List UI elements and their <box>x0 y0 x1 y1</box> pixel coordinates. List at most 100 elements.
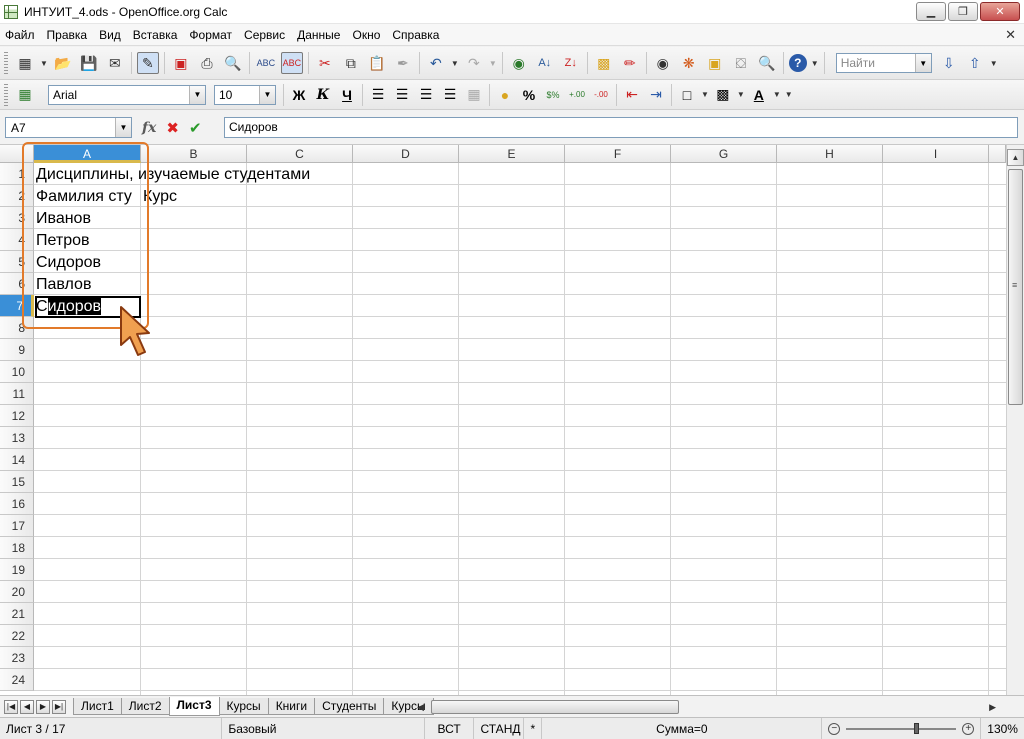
italic-button[interactable]: К <box>312 84 334 106</box>
column-header-partial[interactable] <box>989 145 1006 163</box>
status-page-style[interactable]: Базовый <box>222 717 425 739</box>
row-header[interactable]: 4 <box>0 229 34 251</box>
cell-a2[interactable]: Фамилия сту <box>36 186 132 208</box>
sheet-tab-courses[interactable]: Курсы <box>218 698 269 715</box>
page-preview-icon[interactable]: 🔍 <box>222 52 244 74</box>
cell-a1[interactable]: Дисциплины, изучаемые студентами <box>36 164 310 186</box>
number-format-icon[interactable]: $% <box>542 84 564 106</box>
increase-indent-icon[interactable]: ⇥ <box>645 84 667 106</box>
vertical-scroll-thumb[interactable]: ≡ <box>1008 169 1023 405</box>
scroll-right-icon[interactable]: ▶ <box>989 702 996 713</box>
select-all-corner[interactable] <box>0 145 34 163</box>
find-dropdown-icon[interactable]: ▼ <box>914 54 931 72</box>
column-header-e[interactable]: E <box>459 145 565 163</box>
underline-button[interactable]: Ч <box>336 84 358 106</box>
font-name-dropdown-icon[interactable]: ▼ <box>189 85 205 104</box>
column-header-b[interactable]: B <box>141 145 247 163</box>
font-color-dropdown-icon[interactable]: ▼ <box>773 90 781 99</box>
autospellcheck-icon[interactable]: ABC <box>280 52 303 74</box>
zoom-slider[interactable]: − + <box>822 717 982 739</box>
decrease-indent-icon[interactable]: ⇤ <box>621 84 643 106</box>
column-header-i[interactable]: I <box>883 145 989 163</box>
row-header[interactable]: 3 <box>0 207 34 229</box>
row-header[interactable]: 18 <box>0 537 34 559</box>
horizontal-scroll-thumb[interactable] <box>431 700 679 714</box>
last-sheet-icon[interactable]: ▶| <box>52 699 66 714</box>
row-header[interactable]: 5 <box>0 251 34 273</box>
merge-cells-icon[interactable]: ▦ <box>463 84 485 106</box>
row-header[interactable]: 1 <box>0 163 34 185</box>
menu-view[interactable]: Вид <box>93 24 127 46</box>
redo-dropdown-icon[interactable]: ▼ <box>489 59 497 68</box>
menu-tools[interactable]: Сервис <box>238 24 291 46</box>
help-icon[interactable]: ? <box>788 54 807 72</box>
column-header-h[interactable]: H <box>777 145 883 163</box>
gallery-icon[interactable]: ▣ <box>704 52 726 74</box>
status-zoom[interactable]: 130% <box>981 718 1024 739</box>
sort-desc-icon[interactable]: Z↓ <box>560 52 582 74</box>
background-color-dropdown-icon[interactable]: ▼ <box>737 90 745 99</box>
justify-icon[interactable]: ☰ <box>439 84 461 106</box>
datasources-icon[interactable]: ⛋ <box>730 52 752 74</box>
save-icon[interactable]: 💾 <box>78 52 100 74</box>
open-icon[interactable]: 📂 <box>52 52 74 74</box>
row-header[interactable]: 11 <box>0 383 34 405</box>
menu-window[interactable]: Окно <box>346 24 386 46</box>
format-toolbar-overflow-icon[interactable]: ▼ <box>785 90 793 99</box>
sheet-tab-list3[interactable]: Лист3 <box>168 697 220 716</box>
scroll-left-icon[interactable]: ◀ <box>417 702 424 713</box>
copy-icon[interactable]: ⧉ <box>340 52 362 74</box>
zoom-icon[interactable]: 🔍 <box>756 52 778 74</box>
close-button[interactable]: ✕ <box>980 2 1020 21</box>
menu-format[interactable]: Формат <box>183 24 238 46</box>
draw-icon[interactable]: ✏ <box>619 52 641 74</box>
font-size-dropdown-icon[interactable]: ▼ <box>259 85 275 104</box>
cell-a3[interactable]: Иванов <box>36 208 91 230</box>
bold-button[interactable]: Ж <box>288 84 310 106</box>
row-header[interactable]: 21 <box>0 603 34 625</box>
font-color-icon[interactable]: A <box>748 84 770 106</box>
menu-file[interactable]: Файл <box>0 24 41 46</box>
align-left-icon[interactable]: ☰ <box>367 84 389 106</box>
row-header[interactable]: 22 <box>0 625 34 647</box>
row-header[interactable]: 15 <box>0 471 34 493</box>
row-header[interactable]: 16 <box>0 493 34 515</box>
sort-asc-icon[interactable]: A↓ <box>534 52 556 74</box>
toolbar-grip[interactable] <box>4 83 8 106</box>
row-header[interactable]: 24 <box>0 669 34 691</box>
toolbar-overflow-icon[interactable]: ▼ <box>811 59 819 68</box>
zoom-in-icon[interactable]: + <box>962 722 975 735</box>
hyperlink-icon[interactable]: ◉ <box>508 52 530 74</box>
sheet-tab-students[interactable]: Студенты <box>314 698 385 715</box>
add-decimal-icon[interactable]: +.00 <box>566 84 588 106</box>
spreadsheet-grid[interactable]: A B C D E F G H I 1 2 3 4 5 6 7 8 9 10 11 12 13 14 15 1… <box>0 145 1006 695</box>
menu-help[interactable]: Справка <box>386 24 445 46</box>
row-header[interactable]: 7 <box>0 295 34 317</box>
paste-icon[interactable]: 📋 <box>366 52 388 74</box>
sheet-tab-list2[interactable]: Лист2 <box>120 698 170 715</box>
formula-input[interactable]: Сидоров <box>224 117 1018 138</box>
status-selection-mode[interactable]: СТАНД <box>474 717 525 739</box>
cancel-icon[interactable]: ✖ <box>166 119 179 137</box>
row-header[interactable]: 12 <box>0 405 34 427</box>
minimize-button[interactable]: ▁ <box>916 2 946 21</box>
row-header[interactable]: 10 <box>0 361 34 383</box>
status-insert-mode[interactable]: ВСТ <box>425 717 475 739</box>
row-header[interactable]: 9 <box>0 339 34 361</box>
first-sheet-icon[interactable]: |◀ <box>4 699 18 714</box>
cut-icon[interactable]: ✂ <box>314 52 336 74</box>
row-header[interactable]: 19 <box>0 559 34 581</box>
column-header-a[interactable]: A <box>34 145 141 163</box>
vertical-scrollbar[interactable]: ▲ ≡ <box>1006 145 1024 695</box>
background-color-icon[interactable]: ▩ <box>712 84 734 106</box>
undo-dropdown-icon[interactable]: ▼ <box>451 59 459 68</box>
name-box[interactable]: A7 ▼ <box>5 117 132 138</box>
row-header[interactable]: 14 <box>0 449 34 471</box>
spellcheck-icon[interactable]: ABC <box>255 52 277 74</box>
chart-icon[interactable]: ▩ <box>593 52 615 74</box>
undo-icon[interactable]: ↶ <box>425 52 447 74</box>
navigator-icon[interactable]: ❋ <box>678 52 700 74</box>
scroll-up-icon[interactable]: ▲ <box>1007 149 1024 166</box>
horizontal-scrollbar[interactable]: ◀ ▶ <box>413 699 998 715</box>
sheet-tab-books[interactable]: Книги <box>267 698 316 715</box>
